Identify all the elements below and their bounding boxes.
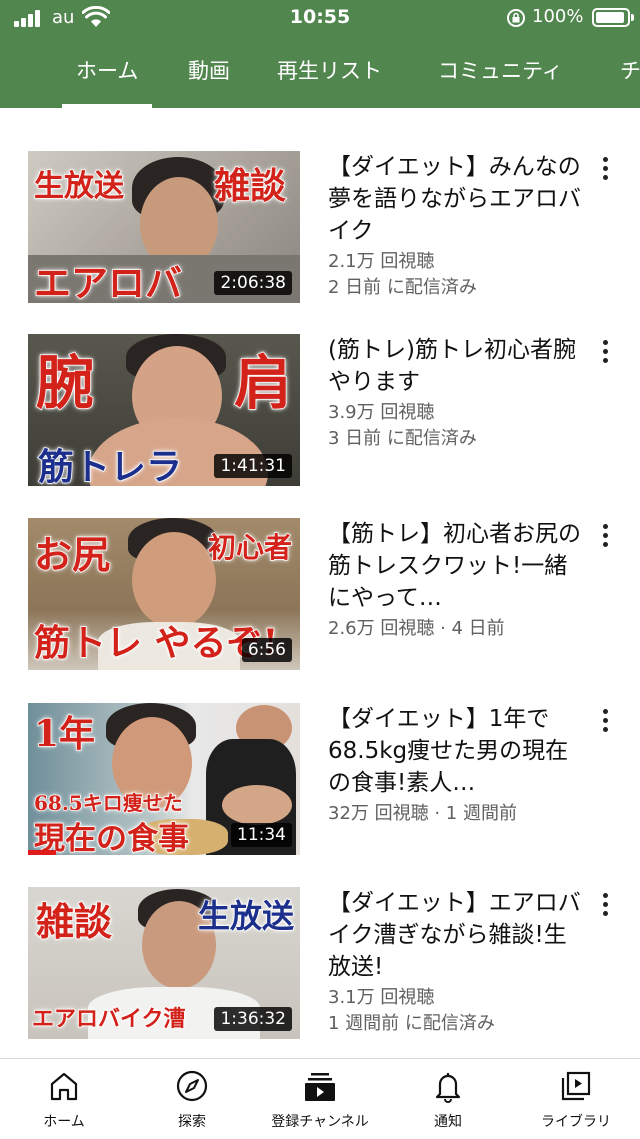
duration-badge: 2:06:38: [214, 271, 292, 295]
bell-icon: [435, 1073, 461, 1103]
video-title[interactable]: 【筋トレ】初心者お尻の筋トレスクワット!一緒にやって…: [328, 518, 584, 614]
thumbnail-caption: 腕: [35, 348, 95, 418]
video-thumbnail[interactable]: 腕 肩 筋トレラ 1:41:31: [28, 334, 300, 486]
nav-library[interactable]: ライブラリ: [512, 1059, 640, 1139]
video-thumbnail[interactable]: 1年 68.5キロ痩せた 現在の食事 11:34: [28, 703, 300, 855]
video-date: 1 週間前 に配信済み: [328, 1013, 495, 1034]
thumbnail-caption: 肩: [233, 348, 293, 418]
nav-label: 通知: [434, 1114, 462, 1130]
video-item[interactable]: 雑談 生放送 エアロバイク漕 1:36:32 【ダイエット】エアロバイク漕ぎなが…: [0, 887, 640, 1057]
duration-badge: 1:41:31: [214, 454, 292, 478]
video-thumbnail[interactable]: 生放送 雑談 エアロバ 2:06:38: [28, 151, 300, 303]
video-thumbnail[interactable]: 雑談 生放送 エアロバイク漕 1:36:32: [28, 887, 300, 1039]
rotation-lock-icon: [507, 9, 525, 27]
nav-label: 登録チャンネル: [271, 1114, 369, 1130]
more-options-icon[interactable]: [594, 891, 618, 919]
nav-home[interactable]: ホーム: [0, 1059, 128, 1139]
video-item[interactable]: お尻 初心者 筋トレ やるぞ! 6:56 【筋トレ】初心者お尻の筋トレスクワット…: [0, 518, 640, 688]
video-views: 3.1万 回視聴: [328, 987, 435, 1008]
video-views: 2.1万 回視聴: [328, 251, 435, 272]
channel-tabs: ホーム 動画 再生リスト コミュニティ チ: [0, 52, 640, 108]
battery-icon: [592, 8, 634, 27]
library-icon: [561, 1071, 591, 1101]
tab-videos[interactable]: 動画: [188, 52, 230, 108]
thumbnail-caption: 68.5キロ痩せた: [33, 790, 183, 816]
video-date: 2 日前 に配信済み: [328, 277, 477, 298]
more-options-icon[interactable]: [594, 155, 618, 183]
video-title[interactable]: 【ダイエット】みんなの夢を語りながらエアロバイク: [328, 151, 584, 247]
channel-header: au 10:55 100% ホーム 動画 再生リスト コミュニティ チ: [0, 0, 640, 108]
more-options-icon[interactable]: [594, 338, 618, 366]
video-list: 生放送 雑談 エアロバ 2:06:38 【ダイエット】みんなの夢を語りながらエア…: [0, 108, 640, 1058]
video-meta: 2.6万 回視聴 · 4 日前: [328, 618, 505, 639]
video-thumbnail[interactable]: お尻 初心者 筋トレ やるぞ! 6:56: [28, 518, 300, 670]
thumbnail-caption: エアロバイク漕: [31, 1005, 186, 1033]
video-meta: 32万 回視聴 · 1 週間前: [328, 803, 517, 824]
duration-badge: 6:56: [241, 638, 292, 662]
home-icon: [50, 1072, 78, 1101]
battery-percent: 100%: [532, 6, 584, 27]
more-options-icon[interactable]: [594, 707, 618, 735]
thumbnail-caption: お尻: [33, 531, 111, 578]
thumbnail-caption: 雑談: [35, 898, 113, 945]
tab-home[interactable]: ホーム: [61, 52, 153, 108]
video-title[interactable]: 【ダイエット】エアロバイク漕ぎながら雑談!生放送!: [328, 887, 584, 983]
tab-community[interactable]: コミュニティ: [438, 52, 563, 108]
watch-progress-bar: [28, 850, 56, 855]
thumbnail-caption: 1年: [33, 712, 96, 756]
nav-label: ホーム: [43, 1114, 85, 1130]
nav-notifications[interactable]: 通知: [384, 1059, 512, 1139]
video-views: 3.9万 回視聴: [328, 402, 435, 423]
status-bar: au 10:55 100%: [0, 0, 640, 36]
video-item[interactable]: 生放送 雑談 エアロバ 2:06:38 【ダイエット】みんなの夢を語りながらエア…: [0, 151, 640, 321]
duration-badge: 11:34: [231, 823, 292, 847]
thumbnail-caption: 生放送: [197, 896, 295, 936]
nav-explore[interactable]: 探索: [128, 1059, 256, 1139]
video-title[interactable]: (筋トレ)筋トレ初心者腕やります: [328, 334, 584, 398]
thumbnail-caption: 生放送: [33, 168, 125, 205]
video-item[interactable]: 1年 68.5キロ痩せた 現在の食事 11:34 【ダイエット】1年で68.5k…: [0, 703, 640, 873]
nav-subscriptions[interactable]: 登録チャンネル: [256, 1059, 384, 1139]
tab-playlists[interactable]: 再生リスト: [277, 52, 382, 108]
tab-channels[interactable]: チ: [620, 52, 640, 108]
thumbnail-caption: 現在の食事: [33, 820, 190, 855]
subscriptions-icon: [305, 1073, 335, 1101]
bottom-navigation: ホーム 探索 登録チャンネル 通知 ライブラリ: [0, 1058, 640, 1138]
nav-label: 探索: [178, 1114, 206, 1130]
video-title[interactable]: 【ダイエット】1年で68.5kg痩せた男の現在の食事!素人…: [328, 703, 584, 799]
thumbnail-caption: エアロバ: [33, 260, 183, 303]
thumbnail-caption: 初心者: [207, 530, 293, 565]
more-options-icon[interactable]: [594, 522, 618, 550]
thumbnail-caption: 筋トレラ: [37, 445, 183, 486]
video-date: 3 日前 に配信済み: [328, 428, 477, 449]
nav-label: ライブラリ: [541, 1114, 611, 1130]
duration-badge: 1:36:32: [214, 1007, 292, 1031]
thumbnail-caption: 雑談: [213, 164, 287, 208]
video-item[interactable]: 腕 肩 筋トレラ 1:41:31 (筋トレ)筋トレ初心者腕やります 3.9万 回…: [0, 334, 640, 504]
compass-icon: [176, 1070, 208, 1102]
